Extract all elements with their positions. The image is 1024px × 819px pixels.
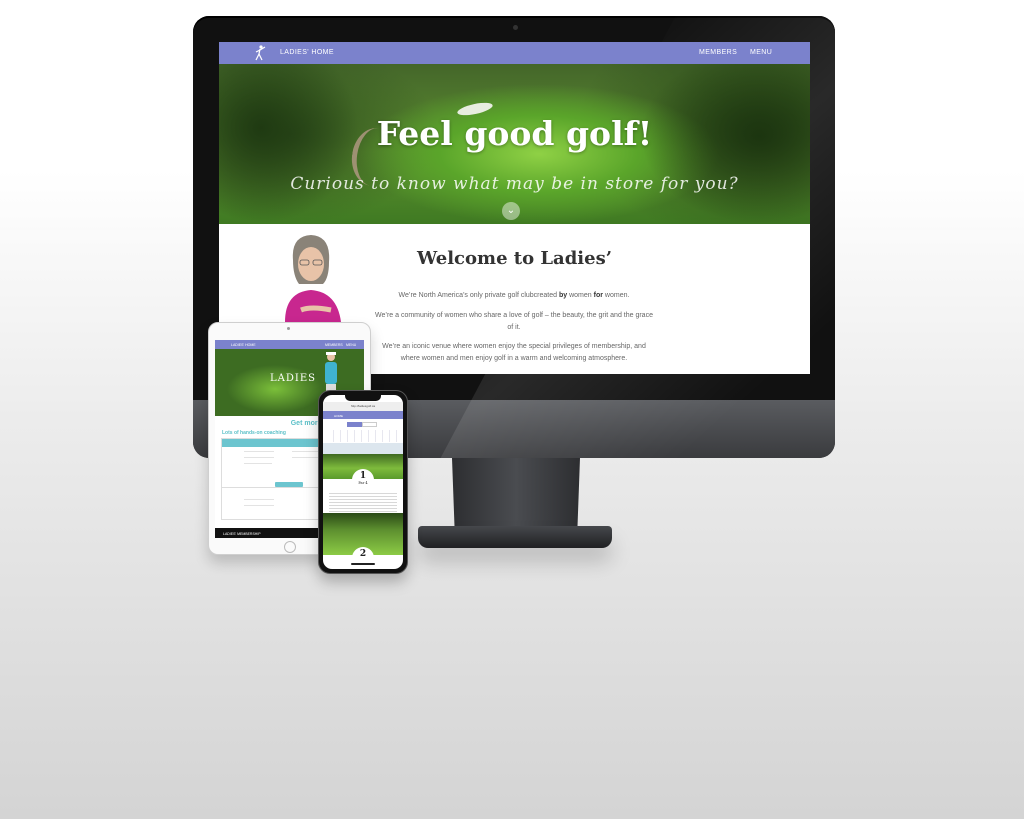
tablet-nav-menu[interactable]: MENU — [346, 343, 356, 347]
phone-nav-home[interactable]: HOME — [334, 414, 343, 418]
text-line — [244, 451, 274, 452]
tablet-hero-title: LADIES — [270, 373, 316, 384]
tablet-subheading: Lots of hands-on coaching — [222, 430, 286, 436]
emphasis-for: for — [593, 292, 603, 299]
text-line — [292, 451, 318, 452]
hole-badge: 2 — [352, 547, 374, 569]
phone-url-bar[interactable]: http://ladiesgolf.ca — [323, 402, 403, 411]
hole-par: Par 4 — [358, 481, 368, 485]
tablet-nav-home[interactable]: LADIES' HOME — [231, 343, 256, 347]
hero-subtitle: Curious to know what may be in store for… — [290, 174, 739, 194]
imac-stand-foot — [418, 526, 612, 548]
hole-number: 1 — [359, 471, 367, 481]
navbar: LADIES' HOME MEMBERS MENU — [219, 42, 810, 64]
tab-back[interactable] — [362, 422, 377, 427]
intro-paragraph: We’re North America’s only private golf … — [374, 290, 654, 302]
home-indicator — [351, 563, 375, 565]
text-line — [244, 505, 274, 506]
nav-members-link[interactable]: MEMBERS — [699, 49, 737, 56]
hole-number: 2 — [359, 549, 367, 559]
tablet-navbar: LADIES' HOME MEMBERS MENU — [215, 340, 364, 349]
home-button[interactable] — [284, 541, 296, 553]
imac-stand — [452, 458, 580, 528]
text-line — [244, 463, 272, 464]
nav-home-link[interactable]: LADIES' HOME — [280, 49, 334, 56]
intro-text: We’re North America’s only private golf … — [398, 292, 559, 299]
tablet-cta-button[interactable] — [275, 482, 303, 487]
welcome-heading: Welcome to Ladies’ — [417, 248, 612, 269]
phone-notch — [345, 395, 381, 401]
nav-menu-button[interactable]: MENU — [750, 49, 772, 56]
hero-title: Feel good golf! — [376, 114, 653, 153]
member-portrait — [285, 235, 341, 322]
venue-paragraph: We’re an iconic venue where women enjoy … — [382, 343, 646, 362]
scorecard-grid — [327, 430, 399, 442]
phone-tabs — [347, 422, 377, 427]
ipad-camera — [287, 327, 290, 330]
phone-navbar: HOME — [323, 411, 403, 419]
iphone-device: http://ladiesgolf.ca HOME 1 Par 4 2 — [318, 390, 408, 574]
golfer-logo-icon[interactable] — [253, 45, 267, 61]
text-line — [244, 499, 274, 500]
text-line — [244, 457, 274, 458]
intro-text: women — [567, 292, 594, 299]
tablet-nav-members[interactable]: MEMBERS — [325, 343, 343, 347]
hole-description — [329, 491, 397, 513]
phone-website: http://ladiesgolf.ca HOME 1 Par 4 2 — [323, 395, 403, 569]
chevron-down-icon[interactable]: ⌄ — [502, 202, 520, 220]
text-line — [292, 457, 318, 458]
hero-banner: Feel good golf! Curious to know what may… — [219, 64, 810, 224]
tab-front[interactable] — [347, 422, 362, 427]
intro-text: women. — [602, 292, 630, 299]
hole-badge: 1 Par 4 — [352, 469, 374, 491]
emphasis-by: by — [558, 292, 568, 299]
camera — [513, 25, 518, 30]
community-paragraph: We’re a community of women who share a l… — [375, 312, 653, 331]
footer-membership-link[interactable]: LADIES' MEMBERSHIP — [223, 532, 261, 536]
